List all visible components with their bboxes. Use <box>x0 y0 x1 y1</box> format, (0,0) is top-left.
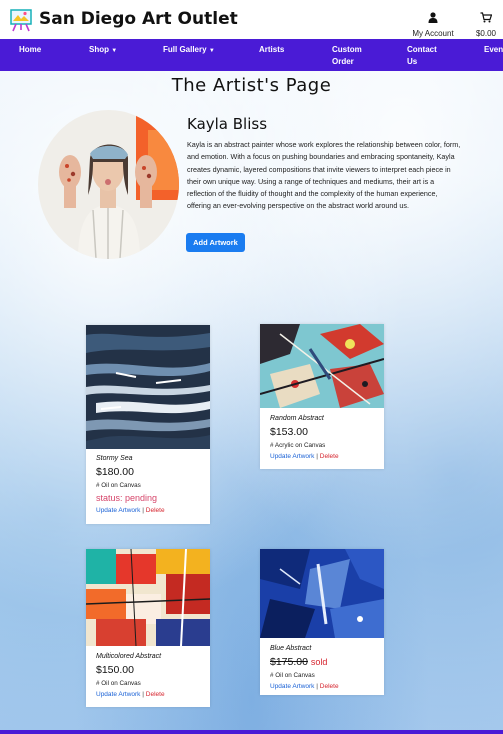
artwork-actions: Update Artwork | Delete <box>270 453 339 460</box>
artwork-price: $175.00 sold <box>270 656 339 668</box>
nav-custom-order[interactable]: Custom Order <box>332 44 372 68</box>
action-separator: | <box>316 453 318 460</box>
artwork-price: $153.00 <box>270 426 308 438</box>
nav-home-label: Home <box>19 45 42 54</box>
artwork-title: Blue Abstract <box>270 645 312 652</box>
nav-home[interactable]: Home <box>19 44 41 56</box>
action-separator: | <box>316 683 318 690</box>
nav-contact-us-label: Contact Us <box>407 45 437 66</box>
footer-bar <box>0 730 503 734</box>
nav-shop[interactable]: Shop ▼ <box>89 44 117 57</box>
artwork-medium: # Oil on Canvas <box>96 680 165 687</box>
account-label: My Account <box>412 29 454 38</box>
nav-events-label: Events <box>484 45 503 54</box>
nav-contact-us[interactable]: Contact Us <box>407 44 443 68</box>
artwork-card-blue-abstract: Blue Abstract $175.00 sold # Oil on Canv… <box>260 549 384 695</box>
delete-artwork-link[interactable]: Delete <box>146 691 165 698</box>
caret-down-icon: ▼ <box>208 48 215 54</box>
watercolor-background <box>0 0 503 734</box>
hash-icon: # <box>96 680 100 687</box>
artwork-medium-label: Acrylic on Canvas <box>274 442 326 449</box>
update-artwork-link[interactable]: Update Artwork <box>270 453 314 460</box>
nav-full-gallery-label: Full Gallery <box>163 45 207 54</box>
artwork-medium: # Acrylic on Canvas <box>270 442 339 449</box>
user-icon <box>428 12 438 23</box>
artwork-title: Random Abstract <box>270 415 324 422</box>
artwork-actions: Update Artwork | Delete <box>270 683 339 690</box>
hash-icon: # <box>270 442 274 449</box>
artwork-actions: Update Artwork | Delete <box>96 507 165 514</box>
page-title: The Artist's Page <box>171 75 332 96</box>
artwork-title: Stormy Sea <box>96 455 133 462</box>
artist-name: Kayla Bliss <box>187 115 268 133</box>
artwork-image[interactable] <box>260 549 384 638</box>
artwork-image[interactable] <box>86 325 210 449</box>
brand-name[interactable]: San Diego Art Outlet <box>39 9 238 29</box>
cart-icon <box>480 12 493 23</box>
main-nav: Home Shop ▼ Full Gallery ▼ Artists Custo… <box>0 39 503 71</box>
artwork-medium: # Oil on Canvas <box>96 482 165 489</box>
cart-link[interactable]: $0.00 <box>472 10 500 38</box>
artwork-actions: Update Artwork | Delete <box>96 691 165 698</box>
artwork-price: $150.00 <box>96 664 134 676</box>
artwork-title: Multicolored Abstract <box>96 653 162 660</box>
nav-artists-label: Artists <box>259 45 285 54</box>
artwork-medium: # Oil on Canvas <box>270 672 339 679</box>
sold-badge: sold <box>310 657 328 667</box>
artwork-status: status: pending <box>96 493 158 503</box>
update-artwork-link[interactable]: Update Artwork <box>96 691 140 698</box>
add-artwork-button[interactable]: Add Artwork <box>186 233 245 252</box>
nav-custom-order-label: Custom Order <box>332 45 362 66</box>
nav-shop-label: Shop <box>89 45 109 54</box>
nav-artists[interactable]: Artists <box>259 44 284 56</box>
artwork-image[interactable] <box>86 549 210 646</box>
nav-events[interactable]: Events <box>484 44 503 56</box>
artwork-card-random-abstract: Random Abstract $153.00 # Acrylic on Can… <box>260 324 384 469</box>
artwork-medium-label: Oil on Canvas <box>275 672 315 679</box>
artwork-card-multicolored-abstract: Multicolored Abstract $150.00 # Oil on C… <box>86 549 210 707</box>
delete-artwork-link[interactable]: Delete <box>320 683 339 690</box>
delete-artwork-link[interactable]: Delete <box>146 507 165 514</box>
artist-bio: Kayla is an abstract painter whose work … <box>187 140 461 211</box>
cart-total: $0.00 <box>475 29 497 38</box>
artwork-price: $180.00 <box>96 466 134 478</box>
hash-icon: # <box>96 482 100 489</box>
artist-avatar <box>38 110 179 259</box>
hash-icon: # <box>270 672 274 679</box>
my-account-link[interactable]: My Account <box>410 10 456 38</box>
caret-down-icon: ▼ <box>111 48 118 54</box>
action-separator: | <box>142 507 144 514</box>
artwork-medium-label: Oil on Canvas <box>101 680 141 687</box>
delete-artwork-link[interactable]: Delete <box>320 453 339 460</box>
artwork-image[interactable] <box>260 324 384 408</box>
nav-full-gallery[interactable]: Full Gallery ▼ <box>163 44 215 57</box>
artwork-medium-label: Oil on Canvas <box>101 482 141 489</box>
action-separator: | <box>142 691 144 698</box>
easel-painting-icon[interactable] <box>10 8 32 32</box>
update-artwork-link[interactable]: Update Artwork <box>96 507 140 514</box>
site-header: San Diego Art Outlet My Account $0.00 <box>0 0 503 39</box>
artwork-original-price: $175.00 <box>270 656 308 668</box>
update-artwork-link[interactable]: Update Artwork <box>270 683 314 690</box>
artwork-card-stormy-sea: Stormy Sea $180.00 # Oil on Canvas statu… <box>86 325 210 524</box>
